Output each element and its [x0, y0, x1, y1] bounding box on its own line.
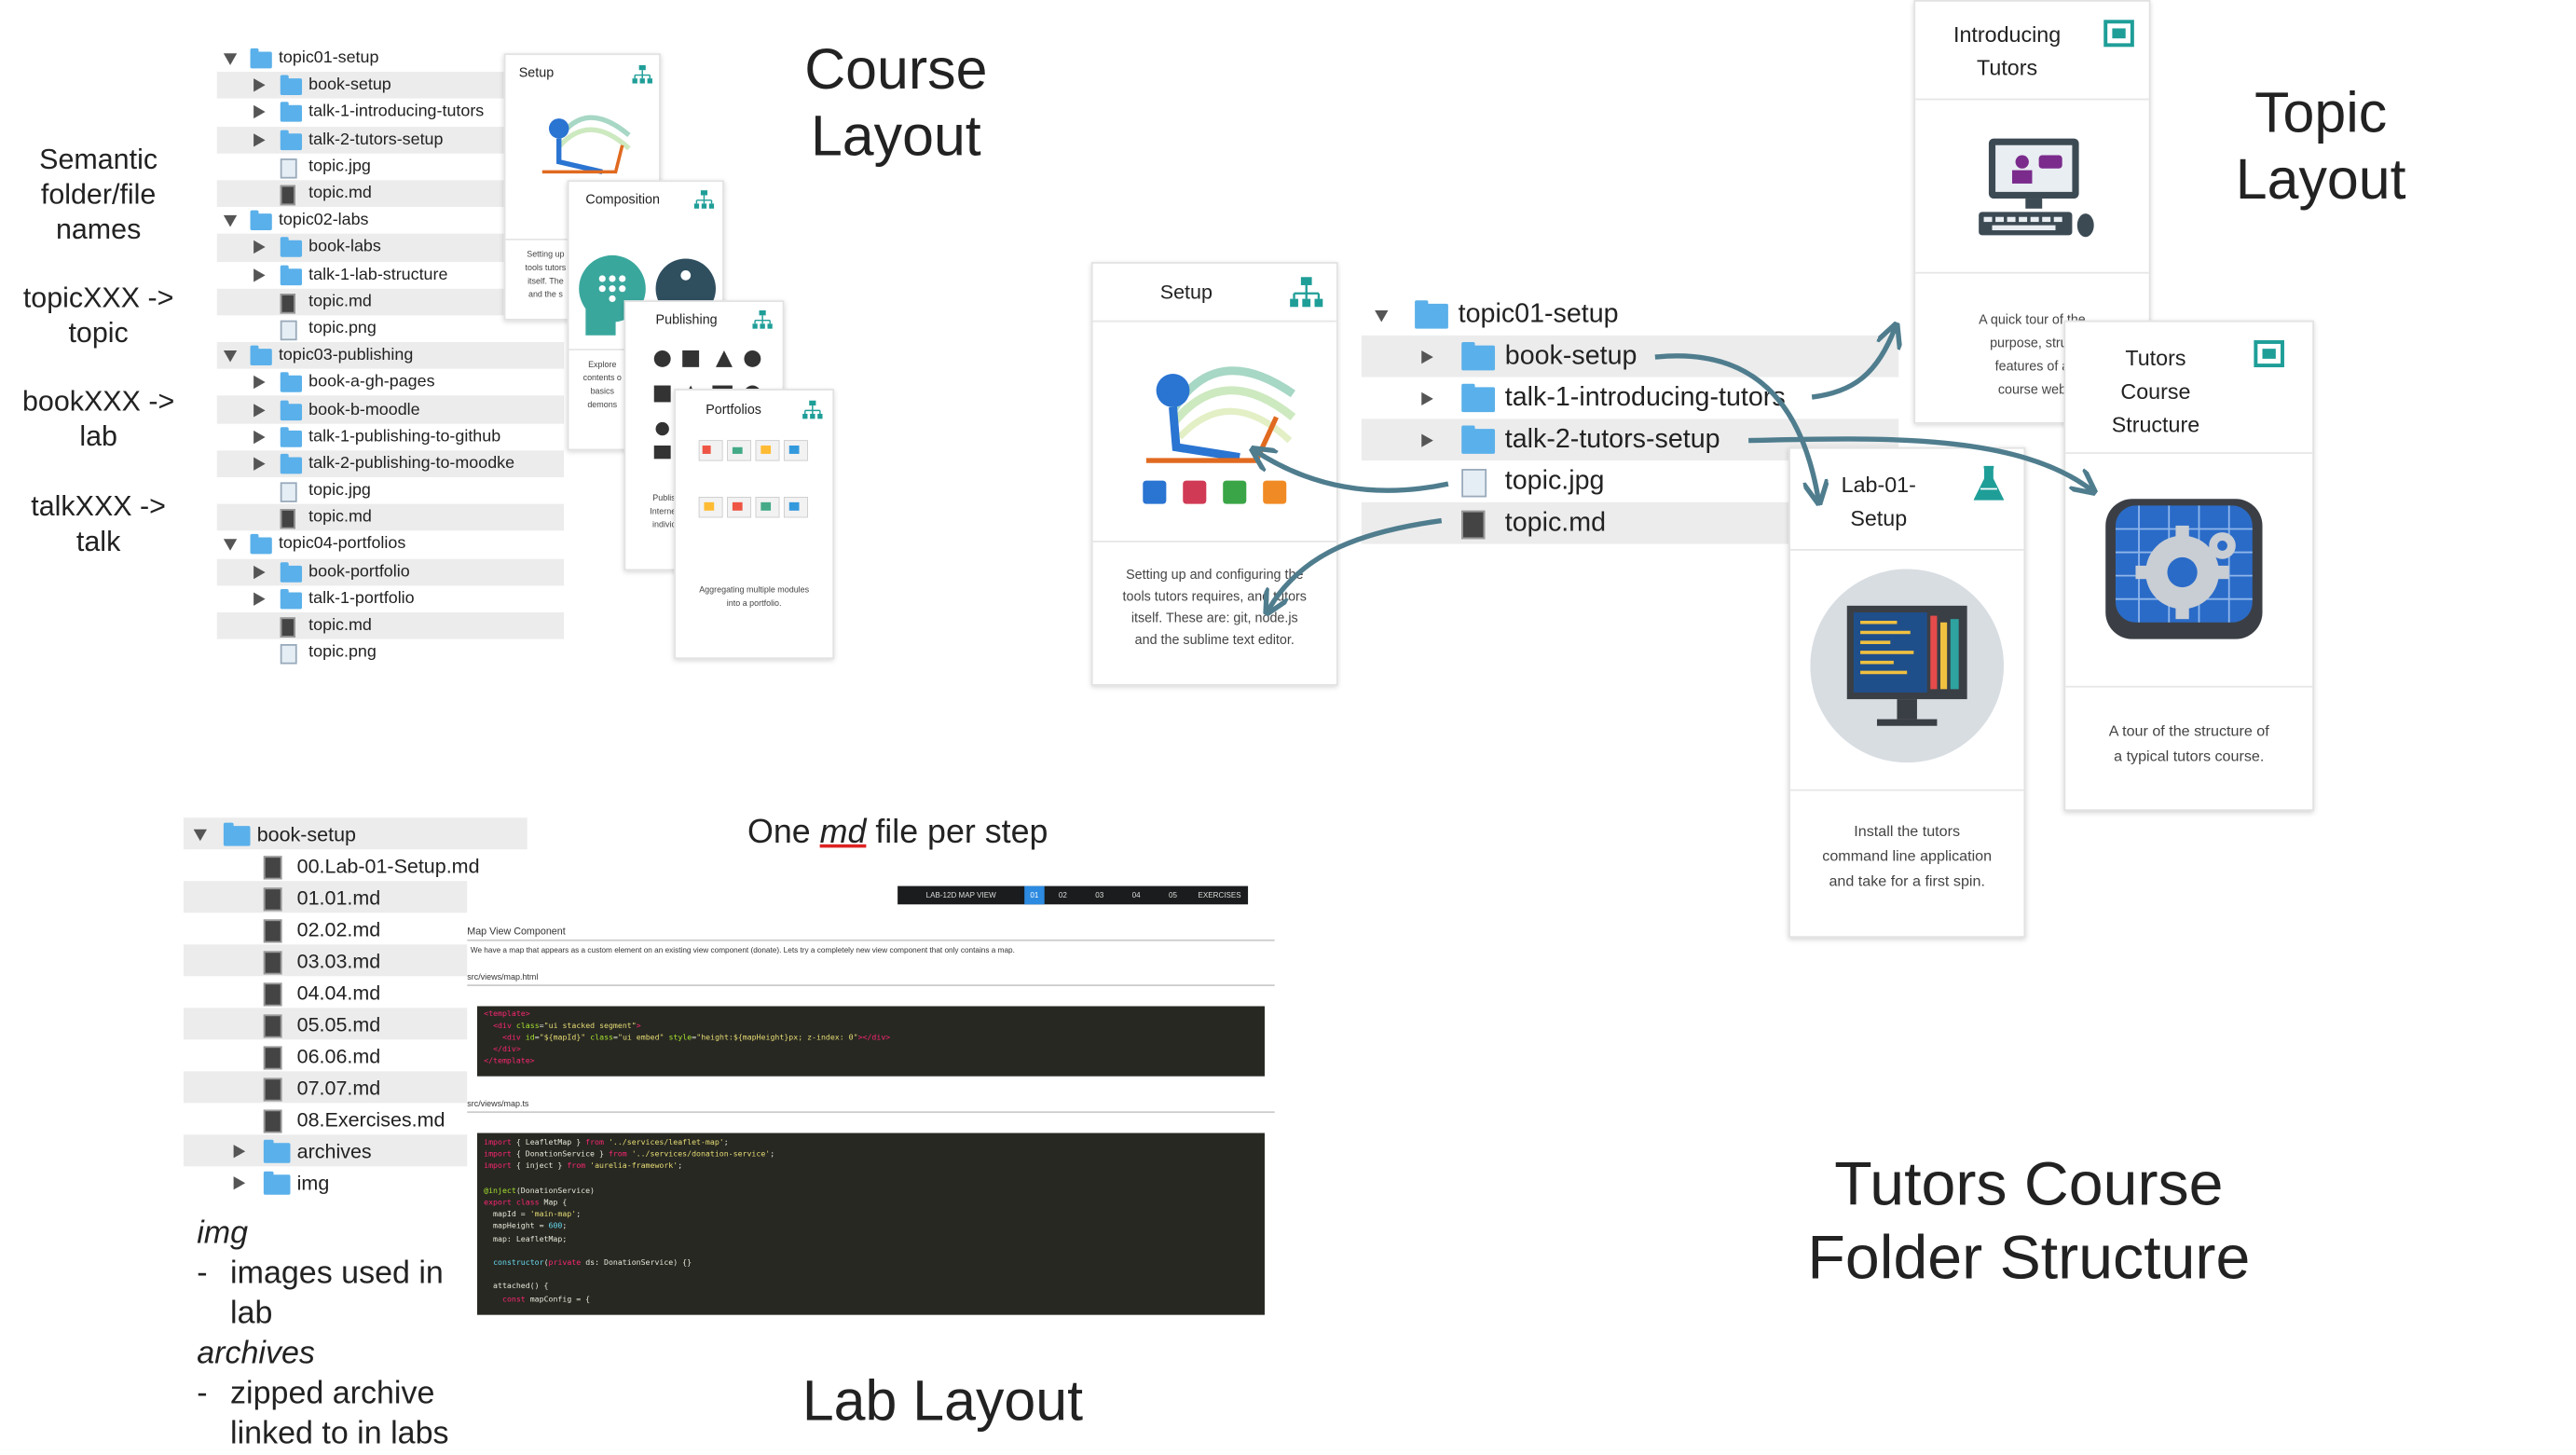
note-archives-desc: - zipped archive linked to in labs	[197, 1375, 480, 1455]
lab-page-heading: Map View Component	[467, 927, 566, 939]
lab-page-intro: We have a map that appears as a custom e…	[470, 946, 1015, 954]
folder-icon	[263, 1170, 291, 1194]
tree-item-label: 07.07.md	[296, 1075, 381, 1099]
tree-row[interactable]: 00.Lab-01-Setup.md	[184, 849, 528, 881]
arrow-talk2-to-structure	[1748, 436, 2092, 490]
note-img-desc: - images used in lab	[197, 1255, 480, 1335]
disclosure-open-icon[interactable]	[193, 828, 207, 841]
folder-icon	[263, 1138, 291, 1162]
tree-item-label: book-setup	[256, 821, 356, 845]
lab-notes: img - images used in lab archives - zipp…	[197, 1215, 480, 1455]
lab-nav-step[interactable]: 05	[1155, 886, 1191, 905]
document-file-icon	[263, 886, 282, 911]
tree-item-label: 04.04.md	[296, 980, 381, 1004]
tree-row[interactable]: book-setup	[183, 817, 528, 850]
tree-item-label: img	[296, 1170, 330, 1194]
note-dash: -	[197, 1256, 208, 1292]
lab-page-file2: src/views/map.ts	[467, 1099, 529, 1110]
lab-page-preview: LAB-12D MAP VIEW 01 02 03 04 05 EXERCISES Map …	[467, 877, 1275, 1322]
arrow-talk1-to-intro	[1811, 327, 1896, 400]
disclosure-closed-icon[interactable]	[233, 1175, 246, 1189]
document-file-icon	[263, 950, 282, 974]
disclosure-closed-icon[interactable]	[233, 1144, 246, 1158]
note-line: images used in	[230, 1256, 444, 1292]
note-line: lab	[230, 1296, 273, 1332]
document-file-icon	[263, 855, 282, 879]
arrow-topicmd-to-card	[1268, 517, 1443, 611]
lab-nav-step[interactable]: 04	[1117, 886, 1154, 905]
tree-item-label: archives	[296, 1138, 372, 1162]
code-block-ts: import { LeafletMap } from '../services/…	[476, 1132, 1265, 1315]
note-archives-label: archives	[197, 1336, 315, 1372]
arrow-booksetup-to-lab	[1654, 353, 1818, 501]
note-img-label: img	[197, 1216, 249, 1252]
lab-nav-step[interactable]: 01	[1024, 885, 1045, 905]
folder-icon	[223, 821, 251, 845]
tree-item-label: 08.Exercises.md	[296, 1106, 445, 1131]
tree-item-label: 01.01.md	[296, 885, 381, 909]
tree-item-label: 02.02.md	[296, 916, 381, 940]
document-file-icon	[263, 918, 282, 942]
document-file-icon	[263, 1108, 282, 1132]
code-block-html: <template> <div class="ui stacked segmen…	[476, 1006, 1265, 1077]
note-line: linked to in labs	[230, 1416, 449, 1452]
note-dash: -	[197, 1376, 208, 1412]
document-file-icon	[263, 1045, 282, 1069]
lab-step-nav: LAB-12D MAP VIEW 01 02 03 04 05 EXERCISES	[897, 885, 1249, 905]
diagram-stage: Course Layout Topic Layout Lab Layout Tu…	[0, 0, 2576, 1451]
note-line: zipped archive	[230, 1376, 435, 1412]
lab-page-file1: src/views/map.html	[467, 972, 539, 983]
lab-nav-step[interactable]: 03	[1081, 886, 1117, 905]
tree-item-label: 05.05.md	[296, 1011, 381, 1036]
tree-item-label: 06.06.md	[296, 1043, 381, 1067]
document-file-icon	[263, 981, 282, 1006]
tree-item-label: 03.03.md	[296, 948, 381, 972]
document-file-icon	[263, 1077, 282, 1101]
tree-item-label: 00.Lab-01-Setup.md	[296, 853, 480, 877]
document-file-icon	[263, 1013, 282, 1037]
lab-nav-step[interactable]: 02	[1045, 886, 1081, 905]
lab-nav-step[interactable]: EXERCISES	[1191, 886, 1248, 905]
arrow-topicjpg-to-card	[1254, 450, 1449, 493]
lab-nav-title[interactable]: LAB-12D MAP VIEW	[897, 886, 1024, 905]
